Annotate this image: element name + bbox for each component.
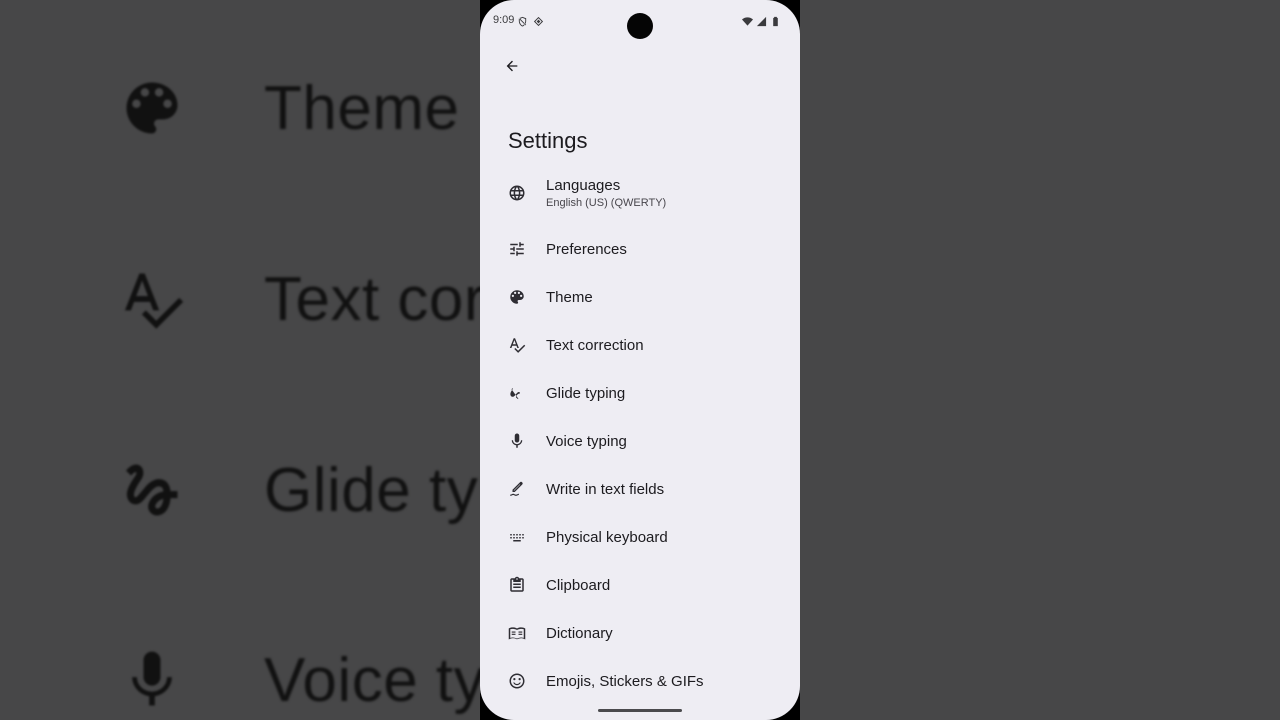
spellcheck-icon: [118, 265, 186, 333]
bg-label: Text cor: [264, 264, 480, 334]
page-title: Settings: [508, 128, 588, 153]
book-icon: [508, 624, 526, 642]
pen-icon: [508, 480, 526, 498]
settings-item-theme[interactable]: Theme: [480, 273, 800, 321]
settings-item-label: Preferences: [546, 240, 627, 258]
bg-label: Theme: [264, 73, 460, 143]
gesture-icon: [508, 384, 526, 402]
signal-icon: [756, 14, 767, 32]
settings-item-write-in-text-fields[interactable]: Write in text fields: [480, 465, 800, 513]
settings-list: Languages English (US) (QWERTY) Preferen…: [480, 169, 800, 705]
settings-item-label: Voice typing: [546, 432, 627, 450]
settings-item-label: Physical keyboard: [546, 528, 668, 546]
home-indicator[interactable]: [598, 709, 682, 712]
smiley-icon: [508, 672, 526, 690]
settings-item-dictionary[interactable]: Dictionary: [480, 609, 800, 657]
battery-icon: [770, 14, 781, 32]
mic-icon: [118, 646, 186, 714]
palette-icon: [118, 74, 186, 142]
settings-item-label: Text correction: [546, 336, 644, 354]
settings-item-label: Write in text fields: [546, 480, 665, 498]
settings-item-languages[interactable]: Languages English (US) (QWERTY): [480, 169, 800, 217]
status-bar: 9:09: [480, 0, 800, 40]
vpn-diamond-icon: [533, 14, 544, 32]
wifi-icon: [742, 14, 753, 32]
settings-item-glide-typing[interactable]: Glide typing: [480, 369, 800, 417]
bg-glide-row: Glide ty: [118, 456, 478, 525]
settings-item-physical-keyboard[interactable]: Physical keyboard: [480, 513, 800, 561]
settings-item-voice-typing[interactable]: Voice typing: [480, 417, 800, 465]
bg-label: Glide ty: [264, 455, 479, 525]
back-button[interactable]: [498, 52, 526, 80]
palette-icon: [508, 288, 526, 306]
shield-icon: [517, 14, 528, 32]
globe-icon: [508, 184, 526, 202]
background-zoom-right: [800, 0, 1280, 720]
gesture-icon: [118, 456, 186, 524]
settings-item-emojis[interactable]: Emojis, Stickers & GIFs: [480, 657, 800, 705]
settings-item-preferences[interactable]: Preferences: [480, 225, 800, 273]
clipboard-icon: [508, 576, 526, 594]
settings-item-subtitle: English (US) (QWERTY): [546, 197, 667, 209]
settings-item-label: Clipboard: [546, 576, 611, 594]
settings-item-text-correction[interactable]: Text correction: [480, 321, 800, 369]
bg-label: Voice ty: [264, 645, 480, 715]
settings-item-label: Languages: [546, 177, 621, 194]
phone-screen: 9:09 Settings Languages English (US) (QW…: [480, 0, 800, 720]
arrow-back-icon: [506, 60, 518, 72]
bg-theme-row: Theme: [118, 74, 459, 143]
settings-item-label: Dictionary: [546, 624, 613, 642]
front-camera: [627, 13, 653, 39]
spellcheck-icon: [508, 336, 526, 354]
tune-icon: [508, 240, 526, 258]
mic-icon: [508, 432, 526, 450]
settings-item-clipboard[interactable]: Clipboard: [480, 561, 800, 609]
keyboard-icon: [508, 528, 526, 546]
status-time: 9:09: [493, 14, 515, 26]
settings-item-label: Theme: [546, 288, 593, 306]
bg-text-correction-row: Text cor: [118, 265, 480, 334]
bg-voice-row: Voice ty: [118, 646, 480, 715]
settings-item-label: Glide typing: [546, 384, 626, 402]
background-zoom-left: Theme Text cor Glide ty Voice ty: [0, 0, 480, 720]
settings-item-label: Emojis, Stickers & GIFs: [546, 672, 704, 690]
